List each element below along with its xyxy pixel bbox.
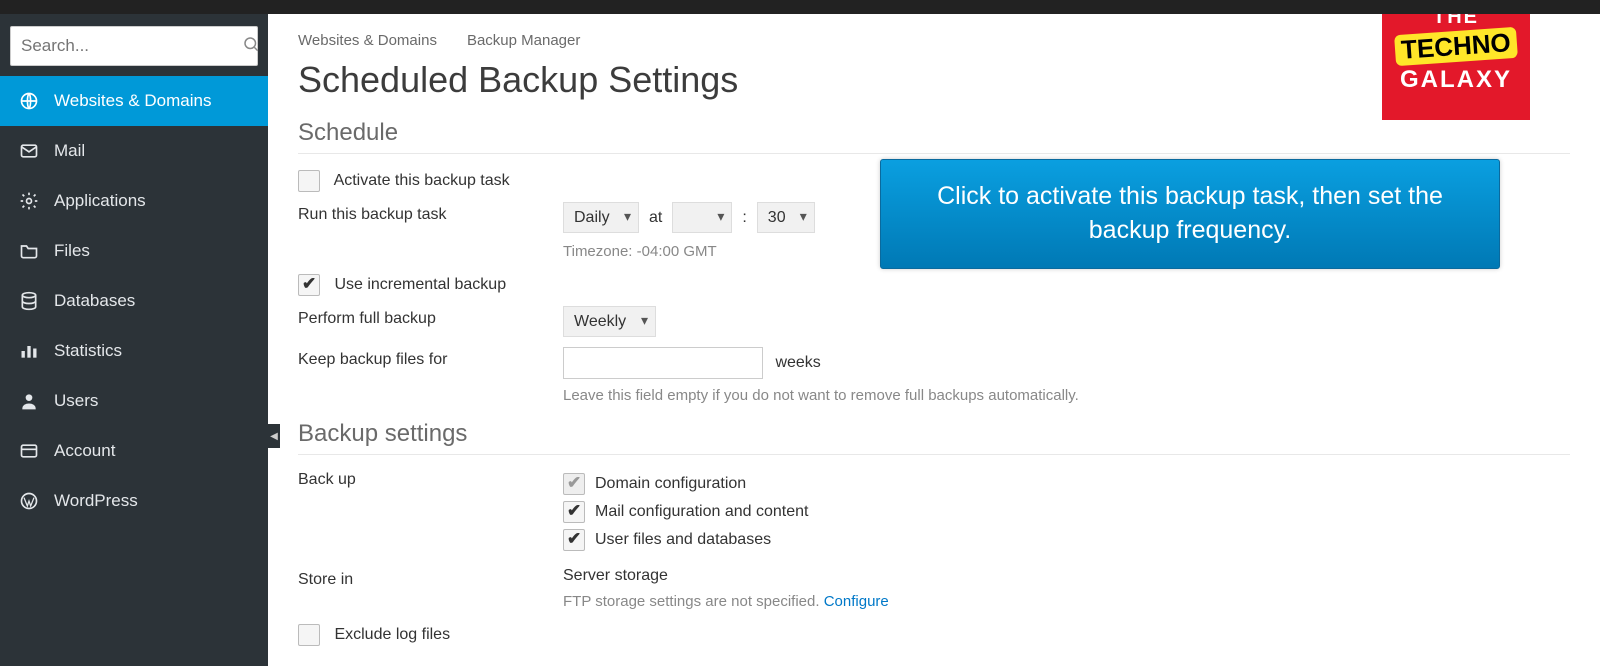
sidebar-item-files[interactable]: Files (0, 226, 268, 276)
sidebar-item-account[interactable]: Account (0, 426, 268, 476)
minute-select[interactable]: 30 (757, 202, 815, 233)
full-backup-frequency-select[interactable]: Weekly (563, 306, 656, 337)
sidebar-item-label: Websites & Domains (54, 91, 211, 111)
domain-config-label: Domain configuration (595, 475, 746, 493)
configure-link[interactable]: Configure (824, 593, 889, 610)
section-schedule-heading: Schedule (298, 119, 1570, 154)
section-backup-settings: Backup settings (298, 420, 1570, 455)
folder-icon (18, 240, 40, 262)
search-box[interactable] (10, 26, 258, 66)
sidebar-item-websites-domains[interactable]: Websites & Domains (0, 76, 268, 126)
store-value: Server storage (563, 567, 1570, 585)
time-separator: : (742, 209, 746, 227)
sidebar-item-mail[interactable]: Mail (0, 126, 268, 176)
keep-unit: weeks (775, 354, 820, 371)
backup-label: Back up (298, 467, 563, 489)
user-files-checkbox[interactable] (563, 529, 585, 551)
store-label: Store in (298, 567, 563, 589)
sidebar-item-label: Databases (54, 291, 135, 311)
frequency-select[interactable]: Daily (563, 202, 639, 233)
sidebar-item-wordpress[interactable]: WordPress (0, 476, 268, 526)
breadcrumb-backup-manager[interactable]: Backup Manager (467, 32, 580, 49)
mail-config-checkbox[interactable] (563, 501, 585, 523)
database-icon (18, 290, 40, 312)
breadcrumb: Websites & Domains Backup Manager (298, 32, 1570, 49)
gear-icon (18, 190, 40, 212)
techno-galaxy-logo: THE TECHNO GALAXY (1382, 14, 1530, 120)
incremental-checkbox[interactable] (298, 274, 320, 296)
user-icon (18, 390, 40, 412)
keep-weeks-input[interactable] (563, 347, 763, 379)
sidebar-item-applications[interactable]: Applications (0, 176, 268, 226)
page-title: Scheduled Backup Settings (298, 59, 1570, 101)
logo-line-3: GALAXY (1386, 66, 1526, 94)
main-content: Websites & Domains Backup Manager Schedu… (268, 14, 1600, 666)
store-hint-text: FTP storage settings are not specified. (563, 593, 824, 610)
hour-select[interactable] (672, 202, 732, 233)
sidebar-item-label: Users (54, 391, 98, 411)
search-input[interactable] (21, 36, 242, 56)
sidebar-item-label: Mail (54, 141, 85, 161)
activate-label: Activate this backup task (334, 172, 510, 189)
tutorial-callout: Click to activate this backup task, then… (880, 159, 1500, 269)
incremental-label: Use incremental backup (334, 276, 506, 293)
activate-checkbox[interactable] (298, 170, 320, 192)
breadcrumb-websites[interactable]: Websites & Domains (298, 32, 437, 49)
sidebar-item-label: Applications (54, 191, 146, 211)
sidebar-item-label: Statistics (54, 341, 122, 361)
at-label: at (649, 209, 662, 227)
sidebar-item-statistics[interactable]: Statistics (0, 326, 268, 376)
sidebar: Websites & Domains Mail Applications Fil… (0, 14, 268, 666)
top-bar (0, 0, 1600, 14)
search-icon (242, 35, 260, 58)
sidebar-item-label: Account (54, 441, 115, 461)
user-files-label: User files and databases (595, 531, 771, 549)
globe-icon (18, 90, 40, 112)
run-label: Run this backup task (298, 202, 563, 224)
bar-chart-icon (18, 340, 40, 362)
domain-config-checkbox[interactable] (563, 473, 585, 495)
wordpress-icon (18, 490, 40, 512)
sidebar-item-databases[interactable]: Databases (0, 276, 268, 326)
exclude-log-label: Exclude log files (334, 626, 450, 643)
mail-icon (18, 140, 40, 162)
mail-config-label: Mail configuration and content (595, 503, 808, 521)
card-icon (18, 440, 40, 462)
keep-hint: Leave this field empty if you do not wan… (563, 387, 1570, 404)
sidebar-item-users[interactable]: Users (0, 376, 268, 426)
logo-line-2: TECHNO (1394, 27, 1518, 66)
exclude-log-checkbox[interactable] (298, 624, 320, 646)
sidebar-item-label: WordPress (54, 491, 138, 511)
sidebar-item-label: Files (54, 241, 90, 261)
full-backup-label: Perform full backup (298, 306, 563, 328)
keep-label: Keep backup files for (298, 347, 563, 369)
